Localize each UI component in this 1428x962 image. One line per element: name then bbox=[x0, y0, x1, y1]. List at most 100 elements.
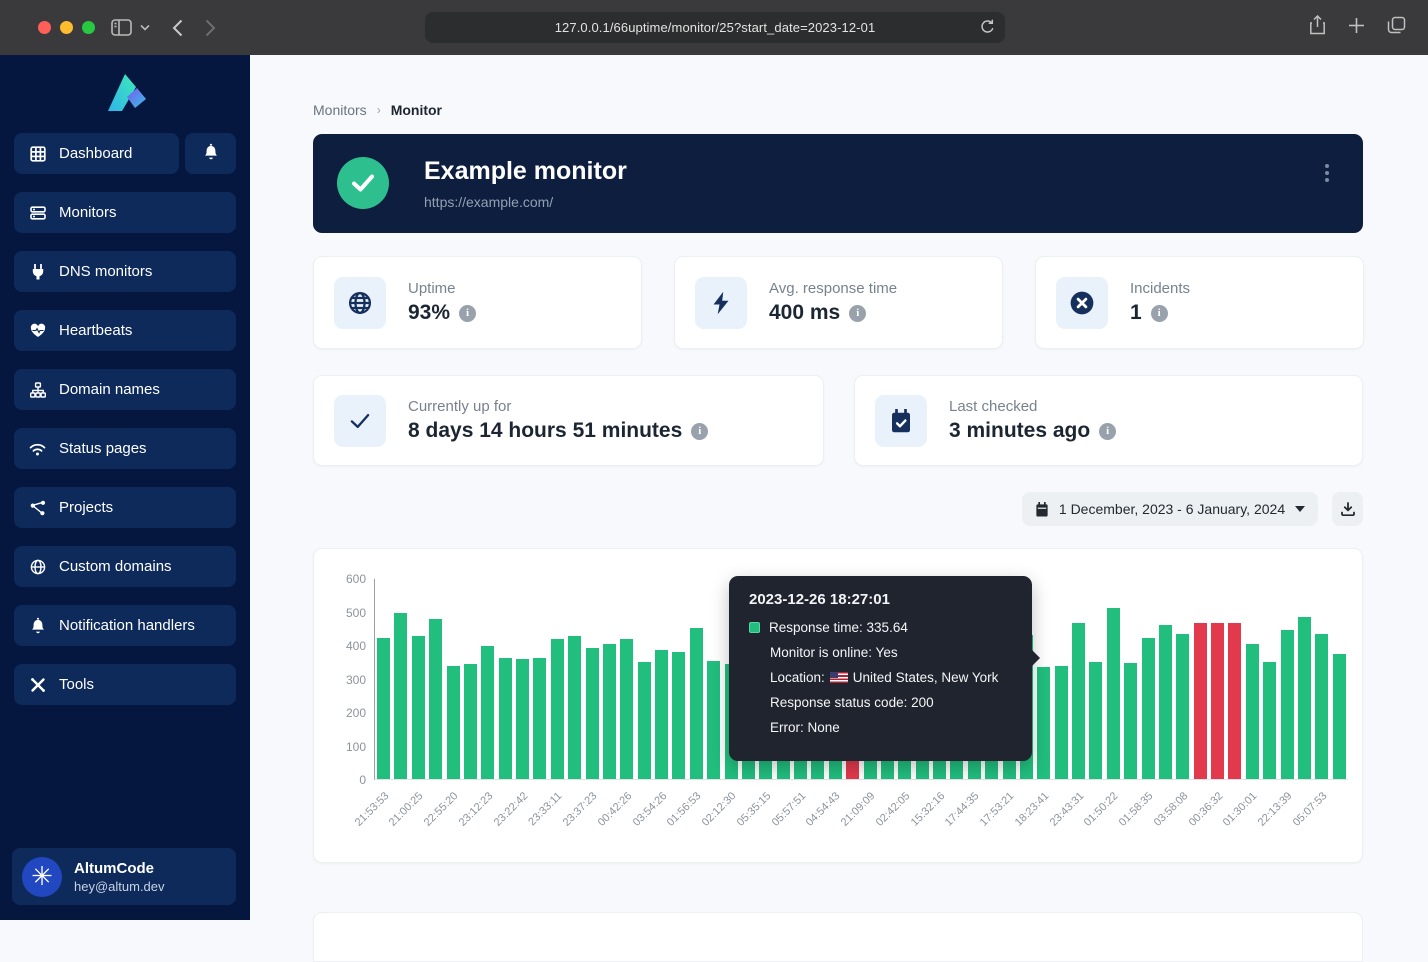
sidebar-item-label: Status pages bbox=[59, 440, 147, 457]
chart-bar[interactable] bbox=[672, 652, 685, 779]
info-icon[interactable]: i bbox=[1151, 305, 1168, 322]
chart-bar[interactable] bbox=[551, 639, 564, 779]
account-name: AltumCode bbox=[74, 859, 165, 878]
sidebar-item-dns-monitors[interactable]: DNS monitors bbox=[14, 251, 236, 292]
back-button[interactable] bbox=[172, 19, 183, 37]
info-icon[interactable]: i bbox=[691, 423, 708, 440]
sidebar-item-custom-domains[interactable]: Custom domains bbox=[14, 546, 236, 587]
last-checked-card: Last checked 3 minutes ago i bbox=[854, 375, 1363, 466]
tab-overview-icon[interactable] bbox=[1387, 16, 1406, 39]
chart-bar[interactable] bbox=[1263, 662, 1276, 779]
chart-bar[interactable] bbox=[394, 613, 407, 779]
chart-bar[interactable] bbox=[516, 659, 529, 779]
x-tick-label: 21:53:53 bbox=[352, 790, 391, 829]
chart-bar[interactable] bbox=[1298, 617, 1311, 779]
breadcrumb-monitors-link[interactable]: Monitors bbox=[313, 102, 367, 118]
kebab-menu-icon[interactable] bbox=[1325, 164, 1329, 182]
maximize-window-button[interactable] bbox=[82, 21, 95, 34]
account-card[interactable]: ✳ AltumCode hey@altum.dev bbox=[12, 848, 236, 905]
chart-bar-hovered[interactable] bbox=[1037, 667, 1050, 779]
chart-bar[interactable] bbox=[377, 638, 390, 779]
x-tick-label: 23:33:11 bbox=[527, 790, 565, 828]
share-nodes-icon bbox=[29, 499, 46, 516]
address-bar[interactable]: 127.0.0.1/66uptime/monitor/25?start_date… bbox=[425, 12, 1005, 43]
calendar-icon bbox=[1035, 502, 1049, 517]
sidebar-item-status-pages[interactable]: Status pages bbox=[14, 428, 236, 469]
sidebar-item-tools[interactable]: Tools bbox=[14, 664, 236, 705]
info-icon[interactable]: i bbox=[1099, 423, 1116, 440]
sidebar-toggle-icon[interactable] bbox=[111, 19, 132, 36]
chart-bar[interactable] bbox=[690, 628, 703, 779]
chart-bar[interactable] bbox=[1072, 623, 1085, 779]
x-tick-label: 05:07:53 bbox=[1290, 790, 1329, 829]
chart-bar[interactable] bbox=[533, 658, 546, 779]
chart-bar[interactable] bbox=[1124, 663, 1137, 779]
chevron-down-icon[interactable] bbox=[140, 24, 150, 31]
x-tick-label: 03:58:08 bbox=[1151, 790, 1190, 829]
x-tick-label: 17:44:35 bbox=[943, 790, 982, 829]
heart-pulse-icon bbox=[29, 322, 46, 339]
forward-button[interactable] bbox=[205, 19, 216, 37]
check-icon bbox=[334, 395, 386, 447]
chart-bar[interactable] bbox=[1228, 623, 1241, 779]
minimize-window-button[interactable] bbox=[60, 21, 73, 34]
x-tick-label: 23:22:42 bbox=[491, 790, 530, 829]
x-tick-label: 00:42:26 bbox=[595, 790, 634, 829]
info-icon[interactable]: i bbox=[459, 305, 476, 322]
chart-bar[interactable] bbox=[1194, 623, 1207, 779]
x-tick-label: 22:55:20 bbox=[422, 790, 461, 829]
chart-bar[interactable] bbox=[499, 658, 512, 779]
x-tick-label: 21:00:25 bbox=[387, 790, 426, 829]
chart-bar[interactable] bbox=[1142, 638, 1155, 779]
account-email: hey@altum.dev bbox=[74, 878, 165, 895]
reload-icon[interactable] bbox=[980, 19, 995, 40]
chart-bar[interactable] bbox=[603, 644, 616, 779]
chart-bar[interactable] bbox=[655, 650, 668, 779]
x-tick-label: 23:43:31 bbox=[1047, 790, 1086, 829]
sidebar-item-projects[interactable]: Projects bbox=[14, 487, 236, 528]
sidebar-item-heartbeats[interactable]: Heartbeats bbox=[14, 310, 236, 351]
sidebar-item-monitors[interactable]: Monitors bbox=[14, 192, 236, 233]
app-logo[interactable] bbox=[0, 55, 250, 133]
chart-bar[interactable] bbox=[1281, 630, 1294, 779]
chart-bar[interactable] bbox=[1089, 662, 1102, 779]
sidebar-item-label: Projects bbox=[59, 499, 113, 516]
chart-bar[interactable] bbox=[1315, 634, 1328, 779]
x-tick-label: 23:12:23 bbox=[456, 790, 495, 829]
chart-tooltip: 2023-12-26 18:27:01 Response time: 335.6… bbox=[729, 576, 1032, 761]
chart-bar[interactable] bbox=[464, 664, 477, 779]
chart-bar[interactable] bbox=[1107, 608, 1120, 779]
currently-up-card: Currently up for 8 days 14 hours 51 minu… bbox=[313, 375, 824, 466]
chart-bar[interactable] bbox=[429, 619, 442, 779]
info-icon[interactable]: i bbox=[849, 305, 866, 322]
chart-bar[interactable] bbox=[586, 648, 599, 779]
sidebar-item-notification-handlers[interactable]: Notification handlers bbox=[14, 605, 236, 646]
chart-bar[interactable] bbox=[638, 662, 651, 779]
chart-bar[interactable] bbox=[1246, 644, 1259, 779]
chart-bar[interactable] bbox=[1055, 666, 1068, 779]
y-tick-label: 100 bbox=[346, 740, 366, 754]
chart-bar[interactable] bbox=[620, 639, 633, 779]
x-tick-label: 02:12:30 bbox=[700, 790, 739, 829]
new-tab-icon[interactable] bbox=[1348, 17, 1365, 39]
chart-bar[interactable] bbox=[1159, 625, 1172, 779]
download-icon bbox=[1341, 502, 1355, 516]
download-chart-button[interactable] bbox=[1332, 492, 1363, 526]
date-range-button[interactable]: 1 December, 2023 - 6 January, 2024 bbox=[1022, 492, 1318, 526]
sidebar-item-label: Tools bbox=[59, 676, 94, 693]
sidebar-item-dashboard[interactable]: Dashboard bbox=[14, 133, 179, 174]
chart-bar[interactable] bbox=[1176, 634, 1189, 779]
sidebar-item-domain-names[interactable]: Domain names bbox=[14, 369, 236, 410]
notifications-button[interactable] bbox=[185, 133, 236, 174]
chart-bar[interactable] bbox=[447, 666, 460, 779]
chart-bar[interactable] bbox=[481, 646, 494, 779]
close-window-button[interactable] bbox=[38, 21, 51, 34]
x-tick-label: 22:13:39 bbox=[1256, 790, 1295, 829]
chart-bar[interactable] bbox=[707, 661, 720, 779]
chart-bar[interactable] bbox=[1211, 623, 1224, 779]
x-tick-label: 05:57:51 bbox=[769, 790, 808, 829]
share-icon[interactable] bbox=[1309, 15, 1326, 40]
chart-bar[interactable] bbox=[568, 636, 581, 779]
chart-bar[interactable] bbox=[1333, 654, 1346, 779]
chart-bar[interactable] bbox=[412, 636, 425, 779]
